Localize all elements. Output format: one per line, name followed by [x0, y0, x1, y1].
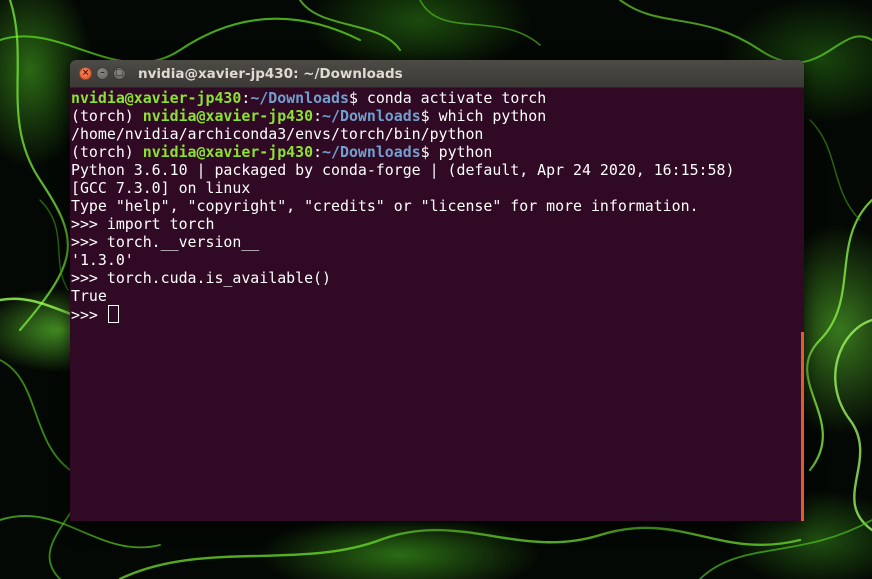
terminal-output[interactable]: nvidia@xavier-jp430:~/Downloads$ conda a…: [70, 88, 804, 521]
prompt-user: nvidia@xavier-jp430: [142, 107, 314, 125]
python-prompt-line[interactable]: >>>: [71, 305, 804, 324]
window-title: nvidia@xavier-jp430: ~/Downloads: [138, 65, 403, 82]
prompt-path: ~/Downloads: [322, 107, 421, 125]
terminal-output-line: Python 3.6.10 | packaged by conda-forge …: [71, 161, 735, 179]
command-text: conda activate torch: [366, 89, 547, 107]
desktop-wallpaper: × – □ nvidia@xavier-jp430: ~/Downloads n…: [0, 0, 872, 579]
terminal-line: nvidia@xavier-jp430:~/Downloads$ conda a…: [71, 89, 804, 107]
prompt-user: nvidia@xavier-jp430: [71, 89, 242, 107]
prompt-dollar: $: [420, 143, 439, 161]
terminal-output-line: True: [71, 287, 107, 305]
prompt-separator: :: [313, 107, 323, 125]
prompt-user: nvidia@xavier-jp430: [142, 143, 314, 161]
terminal-output-line: /home/nvidia/archiconda3/envs/torch/bin/…: [71, 125, 484, 143]
prompt-path: ~/Downloads: [322, 143, 421, 161]
command-text: which python: [438, 107, 547, 125]
terminal-output-line: Type "help", "copyright", "credits" or "…: [71, 197, 699, 215]
scrollbar[interactable]: [801, 332, 804, 521]
python-input-line: >>> torch.cuda.is_available(): [71, 269, 331, 287]
prompt-path: ~/Downloads: [250, 89, 349, 107]
terminal-output-line: [GCC 7.3.0] on linux: [71, 179, 251, 197]
python-prompt: >>>: [71, 306, 107, 324]
title-bar[interactable]: × – □ nvidia@xavier-jp430: ~/Downloads: [70, 60, 804, 88]
prompt-dollar: $: [348, 89, 367, 107]
prompt-separator: :: [313, 143, 323, 161]
close-button[interactable]: ×: [79, 67, 92, 80]
prompt-separator: :: [241, 89, 251, 107]
command-text: python: [438, 143, 493, 161]
minimize-button[interactable]: –: [96, 67, 109, 80]
terminal-output-line: '1.3.0': [71, 251, 134, 269]
text-cursor[interactable]: [107, 305, 119, 323]
terminal-line: (torch) nvidia@xavier-jp430:~/Downloads$…: [71, 143, 804, 161]
maximize-button[interactable]: □: [113, 67, 126, 80]
env-prefix: (torch): [71, 107, 143, 125]
python-input-line: >>> torch.__version__: [71, 233, 260, 251]
python-input-line: >>> import torch: [71, 215, 215, 233]
prompt-dollar: $: [420, 107, 439, 125]
terminal-window[interactable]: × – □ nvidia@xavier-jp430: ~/Downloads n…: [70, 60, 804, 521]
env-prefix: (torch): [71, 143, 143, 161]
terminal-line: (torch) nvidia@xavier-jp430:~/Downloads$…: [71, 107, 804, 125]
